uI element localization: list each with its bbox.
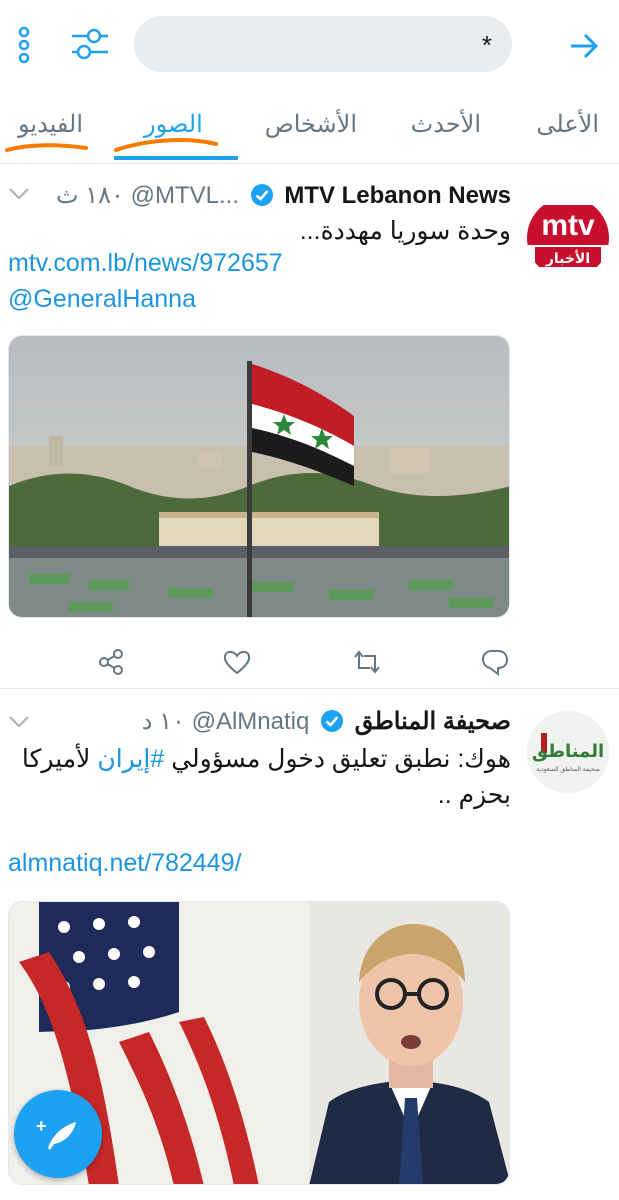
orange-scribble-mark <box>114 138 218 152</box>
avatar[interactable]: المناطق صحيفة المناطق السعودية <box>527 711 609 793</box>
tweet-text-part: هوك: نطبق تعليق دخول مسؤولي <box>164 745 511 773</box>
active-tab-indicator <box>114 156 238 160</box>
tweet-actions <box>0 641 619 681</box>
avatar-brand-text: mtv <box>541 209 595 242</box>
share-icon[interactable] <box>96 647 126 677</box>
tweet-hashtag[interactable]: #إيران <box>97 745 164 773</box>
tweet-header: ١٠ د @AlMnatiq صحيفة المناطق <box>142 707 511 736</box>
like-icon[interactable] <box>222 647 252 677</box>
tweet-author-name[interactable]: MTV Lebanon News <box>284 182 511 209</box>
orange-scribble-mark <box>5 143 88 152</box>
tweet-image[interactable] <box>8 335 510 618</box>
more-vertical-icon[interactable] <box>6 24 42 66</box>
tweet-time: ١٨٠ ث <box>55 182 124 209</box>
chevron-down-icon[interactable] <box>8 187 30 201</box>
tab-people[interactable]: الأشخاص <box>265 110 357 139</box>
tab-latest[interactable]: الأحدث <box>411 110 481 139</box>
avatar-sub-text: صحيفة المناطق السعودية <box>536 766 600 773</box>
tweet-link[interactable]: almnatiq.net/782449/ <box>8 849 242 878</box>
tweet-header: ١٨٠ ث @MTVL... MTV Lebanon News <box>56 181 511 210</box>
search-query: * <box>481 30 492 60</box>
search-tabs: الأعلى الأحدث الأشخاص الصور الفيديو <box>0 92 619 164</box>
tweet-time: ١٠ د <box>141 708 185 735</box>
verified-badge-icon <box>321 710 343 732</box>
reply-icon[interactable] <box>480 647 510 677</box>
retweet-icon[interactable] <box>352 647 382 677</box>
tweet-handle[interactable]: @MTVL... <box>131 182 239 209</box>
search-input[interactable]: * <box>134 16 512 72</box>
tweet[interactable]: mtv الأخبار ١٨٠ ث @MTVL... MTV Lebanon N… <box>0 165 619 687</box>
arrow-right-icon[interactable] <box>560 22 608 70</box>
tweet-link[interactable]: mtv.com.lb/news/972657 <box>8 249 283 278</box>
avatar-sub-text: الأخبار <box>545 250 590 267</box>
tweet-text: هوك: نطبق تعليق دخول مسؤولي #إيران لأمير… <box>11 741 511 813</box>
svg-text:+: + <box>36 1116 47 1136</box>
chevron-down-icon[interactable] <box>8 715 30 729</box>
tweet-handle[interactable]: @AlMnatiq <box>192 708 310 735</box>
avatar-brand-text: المناطق <box>532 741 604 762</box>
avatar[interactable]: mtv الأخبار <box>527 197 609 279</box>
compose-tweet-icon: + <box>36 1116 76 1150</box>
verified-badge-icon <box>250 184 273 206</box>
tweet-text: وحدة سوريا مهددة... <box>299 217 511 245</box>
tweet-author-name[interactable]: صحيفة المناطق <box>355 708 511 735</box>
compose-tweet-button[interactable]: + <box>14 1090 102 1178</box>
tab-videos[interactable]: الفيديو <box>18 110 83 139</box>
tab-top[interactable]: الأعلى <box>536 110 599 139</box>
search-header: * <box>0 0 619 90</box>
tweet-mention[interactable]: @GeneralHanna <box>8 285 196 314</box>
filter-sliders-icon[interactable] <box>68 22 112 66</box>
